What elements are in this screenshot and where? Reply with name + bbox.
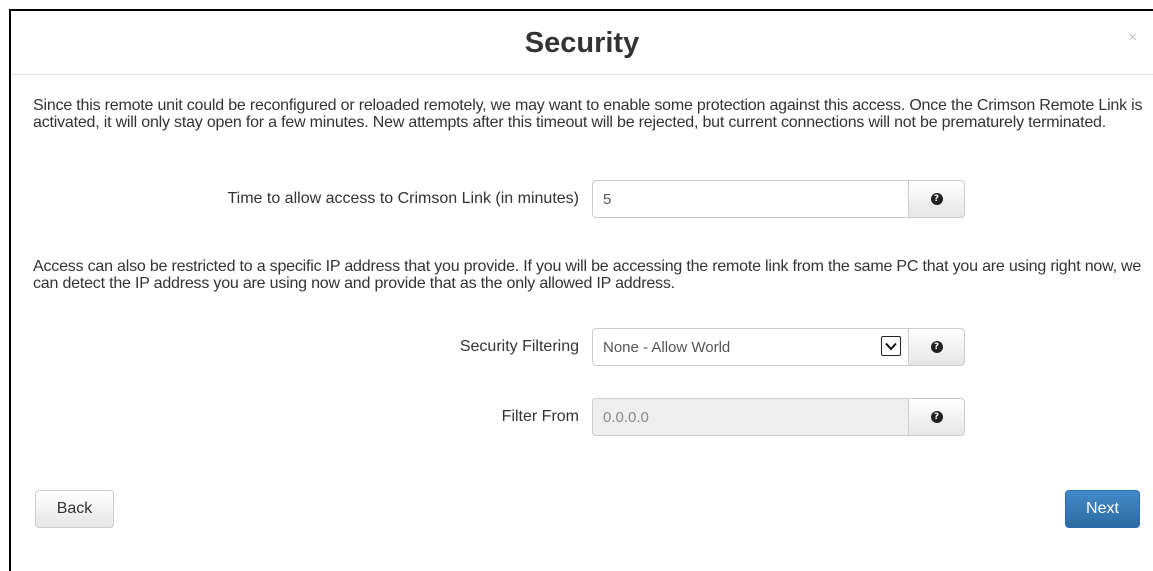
time-access-label: Time to allow access to Crimson Link (in… xyxy=(227,190,579,207)
close-icon[interactable]: × xyxy=(1128,29,1137,46)
next-button[interactable]: Next xyxy=(1065,490,1140,528)
question-circle-icon: ? xyxy=(930,193,943,205)
filter-from-input[interactable]: 0.0.0.0 xyxy=(592,398,908,436)
security-dialog: Security × Since this remote unit could … xyxy=(9,9,1153,571)
security-filtering-group: None - Allow World ? xyxy=(592,328,965,366)
security-filtering-select[interactable]: None - Allow World xyxy=(592,328,908,366)
time-access-input[interactable]: 5 xyxy=(592,180,908,218)
filter-from-help-button[interactable]: ? xyxy=(908,398,965,436)
filter-from-label: Filter From xyxy=(501,408,579,425)
time-access-group: 5 ? xyxy=(592,180,965,218)
security-filtering-help-button[interactable]: ? xyxy=(908,328,965,366)
question-circle-icon: ? xyxy=(930,341,943,353)
time-access-help-button[interactable]: ? xyxy=(908,180,965,218)
filter-from-group: 0.0.0.0 ? xyxy=(592,398,965,436)
back-button[interactable]: Back xyxy=(35,490,114,528)
ip-restriction-text: Access can also be restricted to a speci… xyxy=(33,258,1142,292)
intro-text: Since this remote unit could be reconfig… xyxy=(33,97,1143,131)
security-filtering-label: Security Filtering xyxy=(459,338,579,355)
dialog-header: Security × xyxy=(11,11,1153,75)
question-circle-icon: ? xyxy=(930,411,943,423)
chevron-down-icon[interactable] xyxy=(881,336,901,356)
dialog-title: Security xyxy=(524,27,640,59)
